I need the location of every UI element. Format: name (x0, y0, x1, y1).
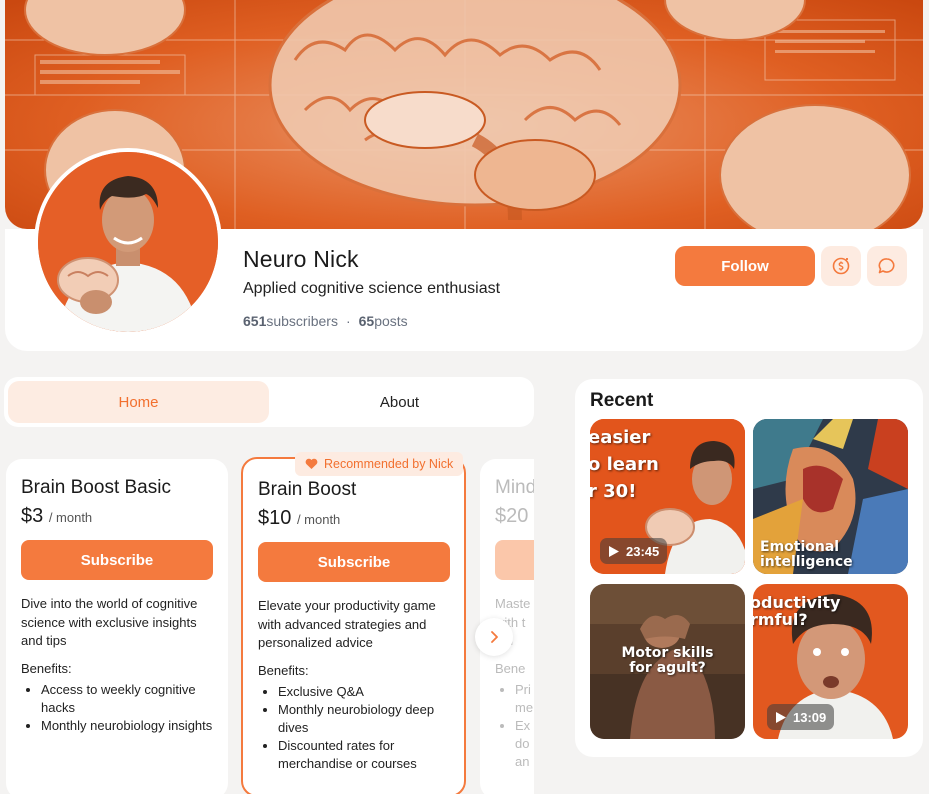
benefit-item: Monthly neurobiology insights (41, 717, 213, 735)
benefits-label: Benefits: (21, 660, 72, 676)
follow-button[interactable]: Follow (675, 246, 815, 286)
plan-card-basic: Brain Boost Basic $3 / month Subscribe D… (6, 459, 228, 794)
price-period: / month (296, 512, 341, 527)
plan-price: $3 / month (21, 505, 213, 528)
benefit-item-continued: do (515, 735, 530, 751)
heart-icon (305, 458, 318, 469)
plan-title: Brain Boost Basic (21, 477, 171, 498)
thumbnail-caption: Emotional intelligence (760, 540, 853, 569)
thumbnail-caption: oductivity rmful? (753, 594, 840, 629)
play-icon (776, 711, 786, 723)
posts-label: posts (374, 313, 408, 329)
recent-post-thumbnail[interactable]: oductivity rmful? 13:09 (753, 584, 908, 739)
benefit-item: Pri (515, 681, 534, 699)
benefit-item-continued: an (515, 753, 530, 769)
benefits-list: Access to weekly cognitive hacks Monthly… (21, 681, 213, 735)
benefits-list: Exclusive Q&A Monthly neurobiology deep … (258, 683, 449, 773)
recent-post-thumbnail[interactable]: Emotional intelligence (753, 419, 908, 574)
tab-home[interactable]: Home (8, 381, 269, 423)
duration-text: 13:09 (793, 709, 827, 725)
recent-title: Recent (590, 390, 654, 411)
caption-line: r 30! (590, 480, 637, 502)
subscribers-label: subscribers (266, 313, 338, 329)
subscribe-button[interactable] (495, 540, 534, 580)
benefit-item: Ex (515, 717, 534, 735)
benefit-item: Exclusive Q&A (278, 683, 449, 701)
benefit-item: Access to weekly cognitive hacks (41, 681, 213, 717)
posts-count: 65 (358, 313, 375, 329)
caption-line: for agult? (629, 659, 706, 676)
caption-line: Motor skills (621, 645, 714, 661)
plan-title: Brain Boost (258, 479, 357, 500)
benefits-label: Bene (495, 660, 526, 676)
thumbnail-caption: easier o learn r 30! (590, 427, 659, 502)
subscribe-button[interactable]: Subscribe (21, 540, 213, 580)
recent-post-thumbnail[interactable]: Motor skills for agult? (590, 584, 745, 739)
caption-line: rmful? (753, 609, 808, 629)
chevron-right-icon (491, 631, 498, 643)
benefits-label: Benefits: (258, 662, 309, 678)
benefit-item: Discounted rates for merchandise or cour… (278, 737, 449, 773)
creator-name: Neuro Nick (243, 246, 359, 272)
price-amount: $3 (21, 505, 44, 527)
subscribers-count: 651 (243, 313, 267, 329)
caption-line: easier (590, 427, 651, 448)
video-duration: 13:09 (767, 704, 835, 730)
carousel-next-button[interactable] (475, 618, 513, 656)
creator-stats: 651subscribers · 65posts (243, 313, 408, 329)
price-period: / month (48, 510, 93, 525)
message-button[interactable] (867, 246, 907, 286)
avatar (34, 148, 222, 336)
duration-text: 23:45 (626, 543, 660, 559)
caption-line: o learn (590, 453, 659, 475)
video-duration: 23:45 (600, 538, 668, 564)
donate-button[interactable] (821, 246, 861, 286)
creator-page: Neuro Nick Applied cognitive science ent… (0, 0, 929, 794)
play-icon (609, 545, 619, 557)
plan-description: Dive into the world of cognitive science… (21, 596, 198, 648)
subscribe-button[interactable]: Subscribe (258, 542, 450, 582)
chat-bubble-icon (878, 258, 895, 274)
desc-line: Maste (495, 596, 531, 611)
tab-about[interactable]: About (269, 381, 530, 423)
price-amount: $10 (258, 507, 292, 529)
recent-post-thumbnail[interactable]: easier o learn r 30! 23:45 (590, 419, 745, 574)
plan-price: $10 / month (258, 507, 449, 530)
benefits-list: Pri me Ex do an (495, 681, 534, 771)
profile-tabs: Home About (4, 377, 534, 427)
recommended-label: Recommended by Nick (324, 457, 454, 471)
plan-title: Mind (495, 477, 534, 498)
benefit-item-continued: me (515, 699, 534, 715)
price-amount: $20 (495, 505, 529, 527)
coin-icon (832, 257, 850, 275)
stats-separator: · (345, 313, 351, 329)
plan-description: Elevate your productivity game with adva… (258, 598, 436, 650)
recommended-badge: Recommended by Nick (295, 452, 464, 476)
caption-line: intelligence (760, 553, 853, 570)
thumbnail-caption: Motor skills for agult? (590, 646, 745, 675)
benefit-item: Monthly neurobiology deep dives (278, 701, 449, 737)
creator-tagline: Applied cognitive science enthusiast (243, 280, 501, 297)
plan-card-brain-boost: Brain Boost $10 / month Subscribe Elevat… (241, 457, 466, 794)
caption-line: Emotional (760, 539, 840, 555)
